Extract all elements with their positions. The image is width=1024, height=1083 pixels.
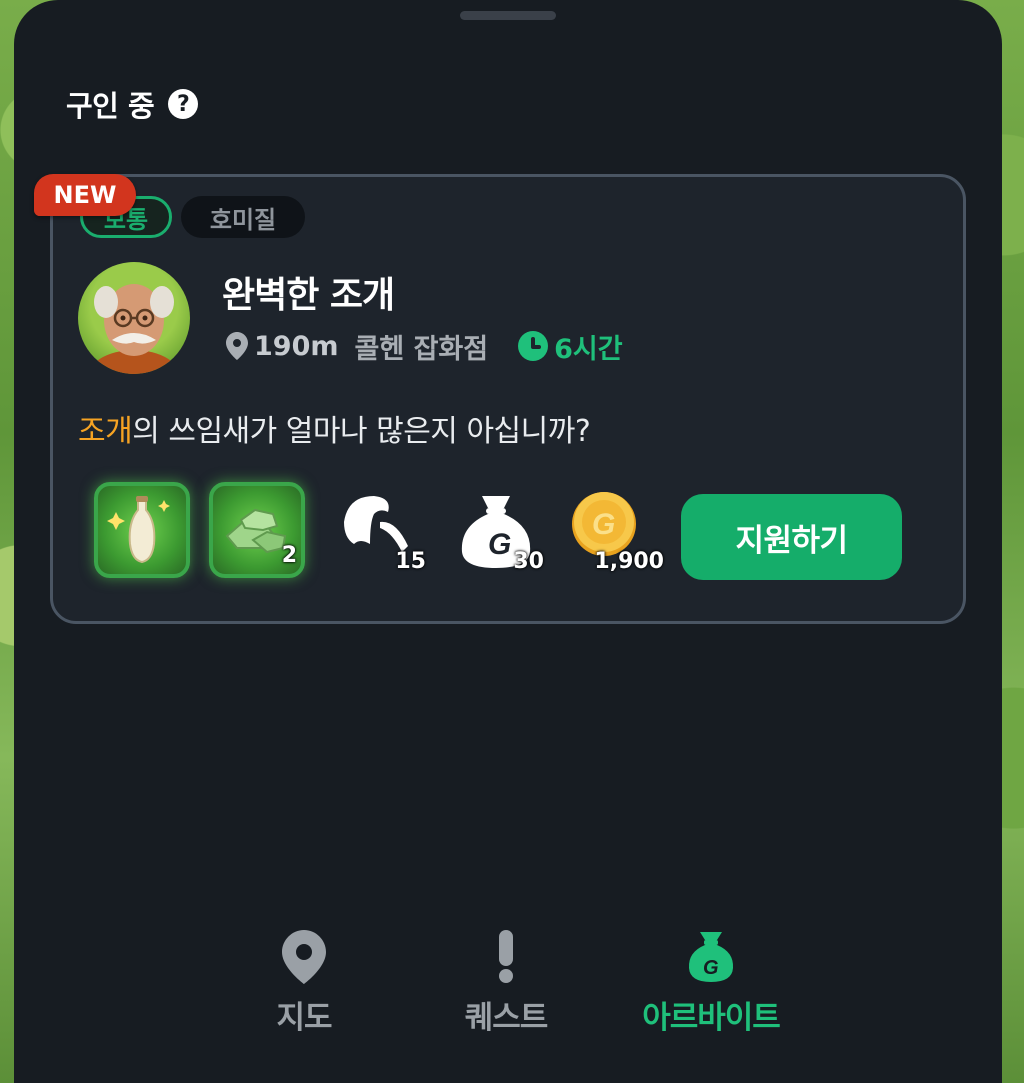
nav-item-map[interactable]: 지도 — [254, 930, 354, 1050]
new-badge: NEW — [34, 174, 136, 216]
reward-item-gold[interactable]: G 1,900 — [562, 482, 664, 578]
job-meta: 190m 콜헨 잡화점 6시간 — [226, 327, 623, 366]
job-title: 완벽한 조개 — [222, 275, 395, 316]
nav-label-map: 지도 — [276, 1000, 332, 1036]
nav-item-quest[interactable]: 퀘스트 — [446, 930, 566, 1050]
bottom-navigation: 지도 퀘스트 G 아르바이트 — [14, 930, 1002, 1060]
reward-item-potion[interactable] — [94, 482, 190, 578]
reward-count: 1,900 — [594, 549, 664, 574]
svg-text:G: G — [703, 957, 719, 979]
reward-count: 2 — [281, 543, 297, 568]
reward-count: 30 — [513, 549, 544, 574]
duration-value: 6시간 — [554, 333, 623, 365]
svg-text:G: G — [488, 528, 511, 561]
location-pin-icon — [226, 332, 248, 360]
npc-avatar — [78, 262, 190, 374]
description-highlight: 조개 — [78, 414, 133, 449]
section-title: 구인 중 — [66, 89, 155, 123]
nav-label-job: 아르바이트 — [642, 1000, 781, 1036]
job-distance: 190m — [254, 330, 339, 362]
exclamation-icon — [499, 930, 513, 983]
job-duration: 6시간 — [518, 327, 623, 366]
map-pin-icon — [282, 930, 326, 984]
description-text: 의 쓰임새가 얼마나 많은지 아십니까? — [132, 414, 591, 449]
reward-item-money[interactable]: G 30 — [448, 482, 544, 578]
reward-item-ore[interactable]: 2 — [209, 482, 305, 578]
question-circle-icon[interactable]: ? — [168, 89, 199, 119]
svg-text:G: G — [592, 508, 615, 541]
skill-tag: 호미질 — [181, 196, 305, 238]
job-description: 조개의 쓰임새가 얼마나 많은지 아십니까? — [78, 406, 591, 450]
apply-button[interactable]: 지원하기 — [681, 494, 902, 580]
money-bag-icon: G — [688, 932, 734, 982]
clock-icon — [518, 331, 549, 361]
section-header: 구인 중 ? — [66, 84, 199, 124]
sheet-drag-handle[interactable] — [460, 11, 556, 20]
potion-icon — [107, 496, 170, 564]
reward-item-feather[interactable]: 15 — [330, 482, 426, 578]
nav-label-quest: 퀘스트 — [464, 1000, 549, 1036]
nav-item-job[interactable]: G 아르바이트 — [628, 930, 794, 1050]
reward-count: 15 — [395, 549, 426, 574]
job-shop: 콜헨 잡화점 — [354, 333, 489, 365]
